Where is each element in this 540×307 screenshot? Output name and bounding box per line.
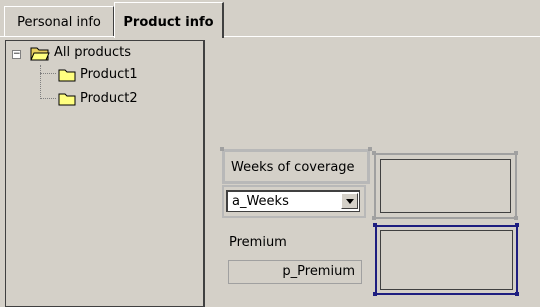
folder-open-icon [30, 47, 50, 61]
tab-strip: Personal info Product info [0, 0, 540, 38]
selection-handle[interactable] [515, 292, 519, 296]
tree-connector [40, 73, 56, 74]
tab-product-info[interactable]: Product info [114, 2, 224, 38]
weeks-select-value: a_Weeks [232, 194, 289, 209]
resize-handle[interactable] [372, 216, 376, 220]
premium-label: Premium [229, 235, 287, 250]
selection-handle[interactable] [373, 292, 377, 296]
resize-handle[interactable] [220, 147, 224, 151]
weeks-display-box[interactable] [374, 153, 517, 219]
premium-field[interactable]: p_Premium [228, 260, 362, 284]
tree-item-all-products[interactable]: All products [54, 44, 131, 62]
product-tree[interactable]: − All products Product1 Product2 [5, 40, 205, 307]
tree-item-product2[interactable]: Product2 [80, 90, 138, 108]
weeks-select[interactable]: a_Weeks [226, 190, 360, 212]
premium-display-box[interactable] [375, 225, 518, 295]
weeks-of-coverage-label: Weeks of coverage [231, 160, 355, 175]
tree-connector [40, 98, 56, 99]
selection-handle[interactable] [373, 223, 377, 227]
premium-value: p_Premium [282, 264, 355, 279]
tree-item-product1[interactable]: Product1 [80, 66, 138, 84]
tree-connector [40, 65, 41, 99]
selection-handle[interactable] [515, 223, 519, 227]
weeks-of-coverage-label-box[interactable]: Weeks of coverage [222, 149, 370, 184]
tab-strip-divider [0, 36, 540, 37]
resize-handle[interactable] [372, 151, 376, 155]
chevron-down-icon[interactable] [341, 193, 358, 209]
folder-icon [58, 93, 76, 106]
resize-handle[interactable] [514, 151, 518, 155]
weeks-display-inner [380, 159, 511, 213]
tab-personal-info[interactable]: Personal info [4, 6, 114, 36]
premium-display-inner [380, 230, 513, 290]
collapse-icon[interactable]: − [12, 50, 21, 59]
folder-icon [58, 69, 76, 82]
resize-handle[interactable] [514, 216, 518, 220]
